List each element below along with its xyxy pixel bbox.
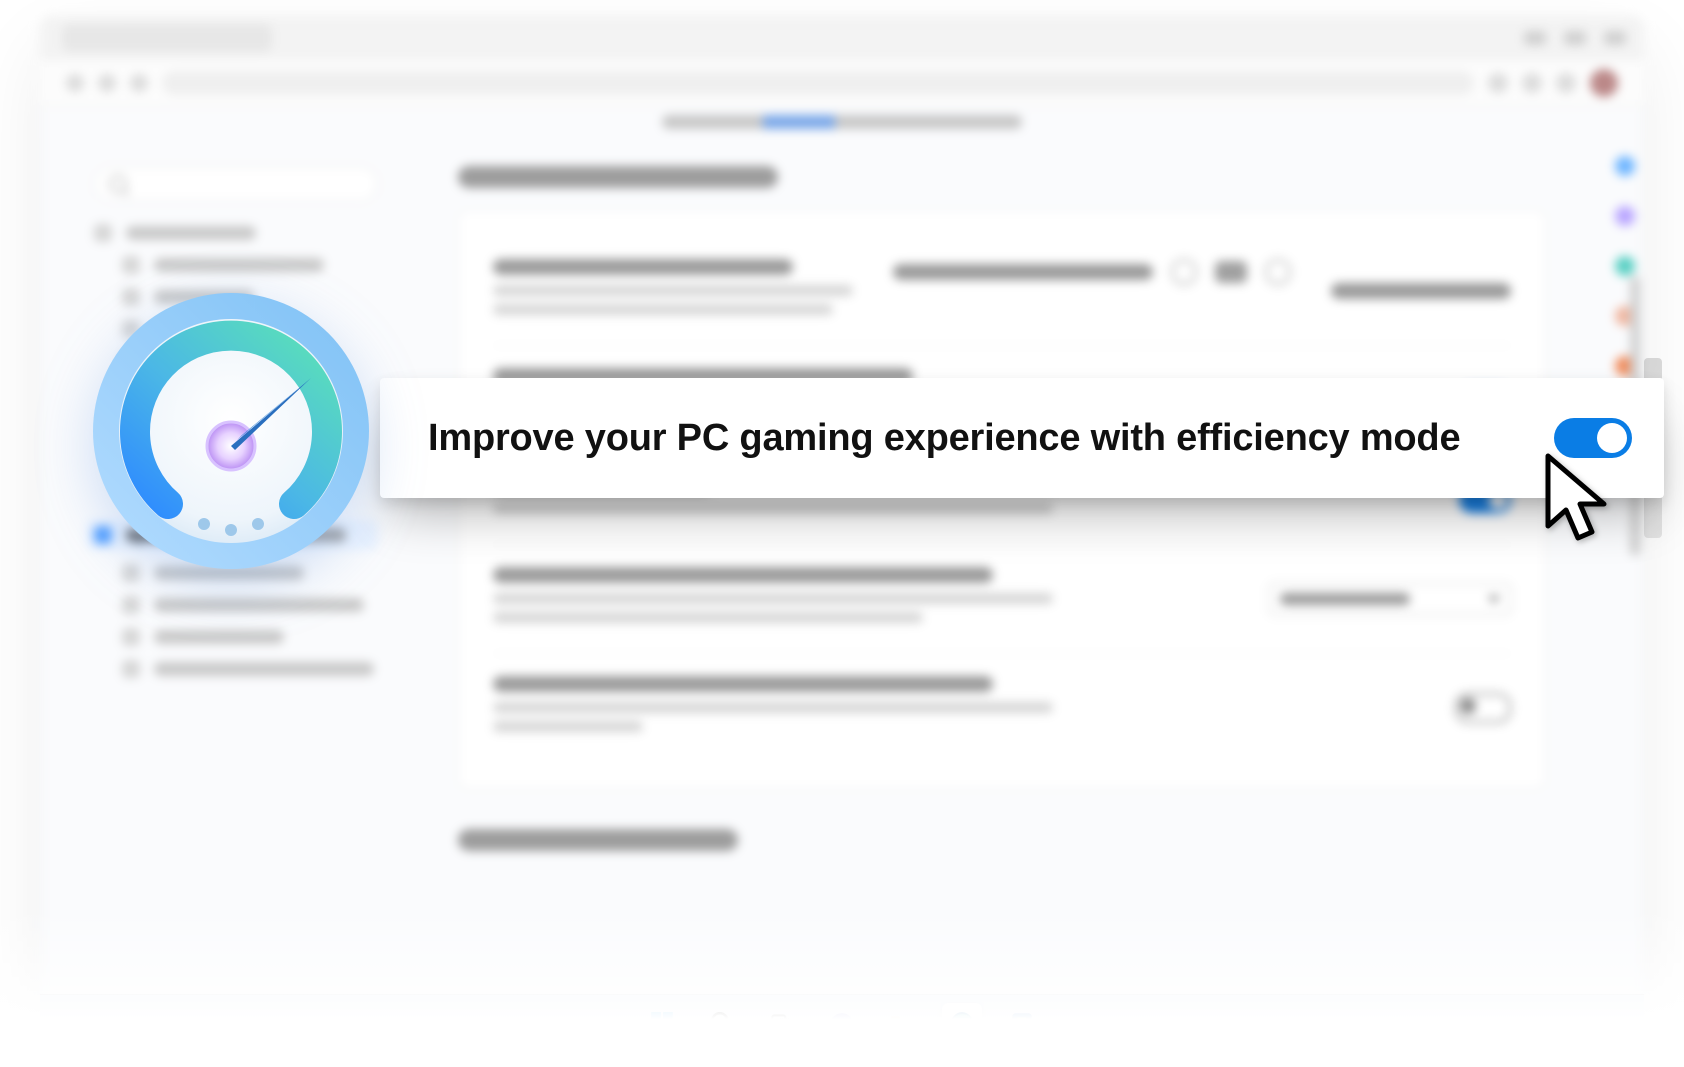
sidebar-item[interactable] — [122, 628, 378, 646]
taskbar-file-explorer-button[interactable] — [882, 1003, 922, 1043]
taskbar-edge-button[interactable] — [942, 1003, 982, 1043]
window-maximize-button[interactable] — [1564, 31, 1586, 45]
siderail-icon[interactable] — [1615, 256, 1635, 276]
plus-button[interactable] — [1265, 259, 1291, 285]
forward-button[interactable] — [98, 74, 116, 92]
efficiency-mode-label: Improve your PC gaming experience with e… — [428, 417, 1554, 460]
window-titlebar — [40, 16, 1644, 60]
refresh-button[interactable] — [130, 74, 148, 92]
setting-control[interactable] — [893, 259, 1291, 285]
browser-tab[interactable] — [62, 24, 272, 52]
windows-taskbar — [40, 995, 1644, 1051]
taskbar-start-button[interactable] — [642, 1003, 682, 1043]
toolbar-icon[interactable] — [1522, 73, 1542, 93]
info-bar — [40, 107, 1644, 137]
siderail-icon[interactable] — [1615, 206, 1635, 226]
toolbar-icon[interactable] — [1488, 73, 1508, 93]
taskbar-search-button[interactable] — [702, 1003, 742, 1043]
sidebar-item[interactable] — [122, 660, 378, 678]
efficiency-mode-setting: Improve your PC gaming experience with e… — [380, 378, 1664, 498]
sidebar-item[interactable] — [122, 256, 378, 274]
setting-row — [493, 237, 1511, 345]
setting-row — [493, 653, 1511, 762]
profile-avatar[interactable] — [1590, 69, 1618, 97]
settings-main — [418, 136, 1606, 1002]
section-heading — [458, 166, 778, 188]
section-heading — [458, 829, 738, 851]
toolbar-icon[interactable] — [1556, 73, 1576, 93]
setting-row — [493, 544, 1511, 653]
search-icon — [109, 175, 127, 193]
setting-control[interactable] — [1331, 283, 1511, 299]
minus-button[interactable] — [1171, 259, 1197, 285]
sidebar-item[interactable] — [122, 596, 378, 614]
taskbar-task-view-button[interactable] — [762, 1003, 802, 1043]
browser-side-rail — [1606, 136, 1644, 1002]
window-minimize-button[interactable] — [1524, 31, 1546, 45]
mouse-cursor-icon — [1542, 452, 1620, 557]
settings-card — [458, 210, 1546, 789]
window-close-button[interactable] — [1604, 31, 1626, 45]
sidebar-item[interactable] — [94, 224, 378, 242]
browser-toolbar — [40, 60, 1644, 107]
chevron-down-icon — [1488, 596, 1500, 603]
taskbar-chat-button[interactable] — [822, 1003, 862, 1043]
settings-search-input[interactable] — [94, 166, 378, 202]
performance-gauge-icon — [86, 286, 376, 576]
toggle-switch[interactable] — [1455, 693, 1511, 723]
siderail-icon[interactable] — [1615, 156, 1635, 176]
taskbar-app-button[interactable] — [1002, 1003, 1042, 1043]
back-button[interactable] — [66, 74, 84, 92]
value-badge — [1215, 261, 1247, 283]
address-bar[interactable] — [162, 71, 1474, 95]
dropdown[interactable] — [1269, 583, 1511, 615]
